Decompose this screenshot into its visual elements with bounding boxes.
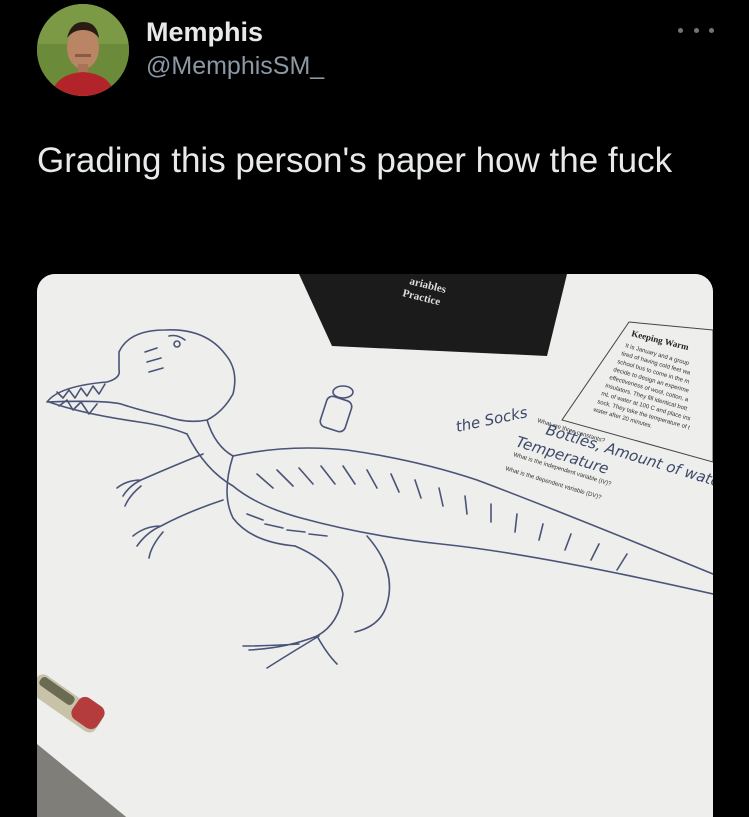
tweet-text: Grading this person's paper how the fuck: [37, 141, 673, 180]
tweet-photo[interactable]: ariables Practice Keeping Warm It is Jan…: [37, 274, 713, 817]
author-handle[interactable]: @MemphisSM_: [146, 51, 324, 81]
worksheet-photo: ariables Practice Keeping Warm It is Jan…: [37, 274, 713, 817]
more-options-dot: [678, 27, 683, 33]
more-options-icon[interactable]: [678, 18, 714, 42]
author-display-name[interactable]: Memphis: [146, 16, 263, 48]
more-options-dot: [693, 27, 699, 33]
avatar[interactable]: [37, 4, 129, 96]
tweet: Memphis @MemphisSM_ Grading this person'…: [0, 0, 749, 817]
avatar-image: [37, 4, 129, 96]
more-options-dot: [709, 27, 714, 33]
